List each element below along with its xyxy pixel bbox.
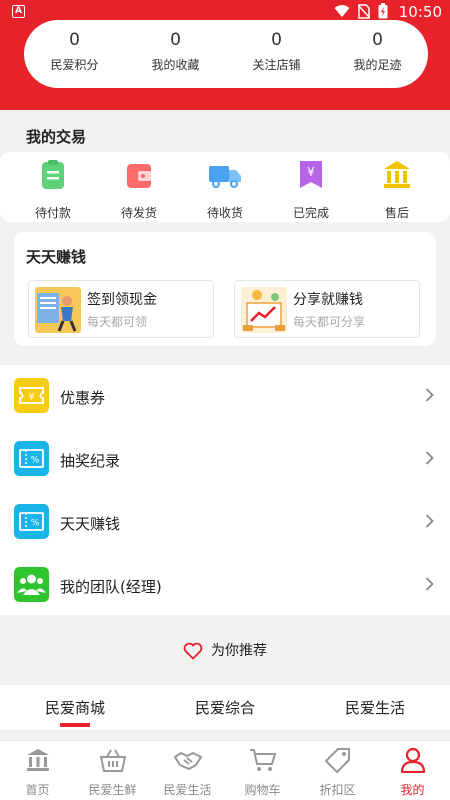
nav-label: 折扣区 — [319, 783, 356, 797]
team-icon — [14, 567, 49, 602]
nav-label: 首页 — [25, 783, 50, 797]
trade-label: 售后 — [384, 206, 409, 220]
recommend-header: 为你推荐 — [0, 640, 450, 660]
nav-home[interactable]: 首页 — [0, 741, 75, 800]
stat-value: 0 — [170, 30, 181, 50]
earn-card-title: 分享就赚钱 — [293, 292, 363, 308]
svg-text:%: % — [31, 519, 40, 529]
bottom-nav: 首页 民爱生鲜 民爱生活 购物车 折扣区 我的 — [0, 740, 450, 800]
tag-icon — [324, 748, 350, 773]
percent-ticket-icon: % — [14, 504, 49, 539]
nav-mine[interactable]: 我的 — [375, 741, 450, 800]
app-notification-icon: A — [12, 5, 25, 18]
bank-icon — [26, 749, 49, 771]
trade-completed[interactable]: ¥ 已完成 — [268, 152, 354, 222]
stat-points[interactable]: 0 民爱积分 — [24, 20, 125, 88]
menu-label: 天天赚钱 — [60, 515, 121, 533]
wallet-icon — [127, 164, 151, 188]
earn-card-subtitle: 每天都可领 — [87, 315, 148, 329]
trade-label: 待收货 — [206, 206, 243, 220]
coupon-icon: ¥ — [14, 378, 49, 413]
menu-item-coupons[interactable]: ¥ 优惠券 — [0, 365, 450, 428]
battery-charging-icon — [378, 3, 388, 19]
chevron-right-icon — [425, 514, 434, 528]
menu-list: ¥ 优惠券 % 抽奖纪录 % 天天赚钱 我的团队(经理) — [0, 365, 450, 615]
basket-icon — [99, 749, 126, 772]
stat-label: 民爱积分 — [50, 58, 99, 72]
menu-label: 抽奖纪录 — [60, 452, 121, 470]
trade-label: 已完成 — [292, 206, 329, 220]
trade-pending-receipt[interactable]: 待收货 — [182, 152, 268, 222]
checkin-illustration-icon — [35, 287, 81, 333]
menu-item-my-team[interactable]: 我的团队(经理) — [0, 554, 450, 617]
stat-value: 0 — [69, 30, 80, 50]
menu-item-lottery-records[interactable]: % 抽奖纪录 — [0, 428, 450, 491]
handshake-icon — [173, 752, 202, 770]
stat-footprints[interactable]: 0 我的足迹 — [327, 20, 428, 88]
stat-value: 0 — [372, 30, 383, 50]
checkin-cash-card[interactable]: 签到领现金 每天都可领 — [28, 280, 214, 338]
menu-item-daily-earn[interactable]: % 天天赚钱 — [0, 491, 450, 554]
recommend-tabs: 民爱商城 民爱综合 民爱生活 — [0, 685, 450, 730]
trade-after-sales[interactable]: 售后 — [354, 152, 440, 222]
nav-label: 我的 — [400, 783, 425, 797]
chevron-right-icon — [425, 451, 434, 465]
nav-discount[interactable]: 折扣区 — [300, 741, 375, 800]
earn-card-subtitle: 每天都可分享 — [293, 315, 366, 329]
nav-label: 民爱生鲜 — [88, 783, 137, 797]
nav-label: 购物车 — [244, 783, 281, 797]
trade-label: 待付款 — [34, 206, 71, 220]
clock: 10:50 — [398, 3, 442, 21]
menu-label: 优惠券 — [60, 389, 106, 407]
wifi-icon — [334, 5, 350, 17]
clipboard-icon — [42, 160, 64, 189]
svg-text:%: % — [31, 456, 40, 466]
stat-label: 我的收藏 — [151, 58, 200, 72]
stat-favorites[interactable]: 0 我的收藏 — [125, 20, 226, 88]
trade-section-title: 我的交易 — [26, 128, 87, 146]
tab-general[interactable]: 民爱综合 — [150, 685, 300, 730]
cart-icon — [249, 749, 276, 771]
stat-label: 我的足迹 — [353, 58, 402, 72]
nav-label: 民爱生活 — [163, 783, 212, 797]
nav-cart[interactable]: 购物车 — [225, 741, 300, 800]
menu-label: 我的团队(经理) — [60, 578, 162, 596]
tab-life[interactable]: 民爱生活 — [300, 685, 450, 730]
svg-text:¥: ¥ — [307, 165, 315, 179]
nav-life[interactable]: 民爱生活 — [150, 741, 225, 800]
earn-card: 天天赚钱 签到领现金 每天都可领 分享就赚钱 每天都可分享 — [14, 232, 436, 346]
share-illustration-icon — [241, 287, 287, 333]
bank-icon — [384, 161, 410, 188]
chevron-right-icon — [425, 577, 434, 591]
recommend-label: 为你推荐 — [211, 643, 267, 659]
yuan-tag-icon: ¥ — [300, 161, 322, 188]
truck-icon — [209, 166, 241, 188]
svg-text:¥: ¥ — [29, 393, 35, 403]
nav-fresh[interactable]: 民爱生鲜 — [75, 741, 150, 800]
trade-label: 待发货 — [120, 206, 157, 220]
earn-card-title: 签到领现金 — [87, 292, 157, 308]
stat-label: 关注店铺 — [252, 58, 301, 72]
user-icon — [400, 747, 425, 774]
heart-icon — [183, 642, 203, 660]
stat-followed-shops[interactable]: 0 关注店铺 — [226, 20, 327, 88]
trade-pending-payment[interactable]: 待付款 — [10, 152, 96, 222]
trade-card: 待付款 待发货 待收货 ¥ 已完成 售后 — [0, 152, 450, 222]
percent-ticket-icon: % — [14, 441, 49, 476]
tab-mall[interactable]: 民爱商城 — [0, 685, 150, 730]
stats-card: 0 民爱积分 0 我的收藏 0 关注店铺 0 我的足迹 — [24, 20, 428, 88]
earn-section-title: 天天赚钱 — [26, 248, 87, 266]
no-sim-icon — [358, 3, 370, 19]
chevron-right-icon — [425, 388, 434, 402]
stat-value: 0 — [271, 30, 282, 50]
share-earn-card[interactable]: 分享就赚钱 每天都可分享 — [234, 280, 420, 338]
trade-pending-shipment[interactable]: 待发货 — [96, 152, 182, 222]
